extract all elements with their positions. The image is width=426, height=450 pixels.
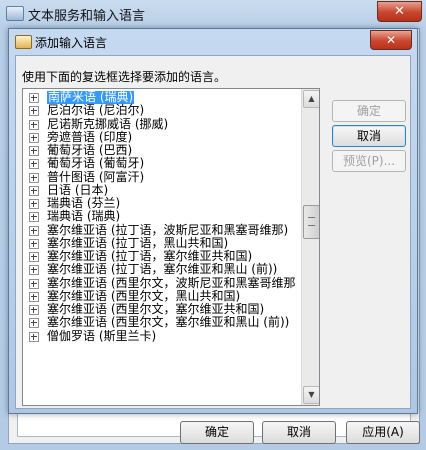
language-item[interactable]: 尼泊尔语 (尼泊尔) — [23, 103, 301, 118]
language-item[interactable]: 塞尔维亚语 (拉丁语，黑山共和国) — [23, 235, 301, 250]
outer-cancel-button[interactable]: 取消 — [262, 421, 336, 444]
expand-plus-icon[interactable] — [29, 199, 39, 209]
scroll-thumb[interactable] — [303, 205, 319, 239]
language-item-label: 塞尔维亚语 (西里尔文，黑山共和国) — [47, 288, 241, 303]
outer-apply-button[interactable]: 应用(A) — [346, 421, 420, 444]
language-item[interactable]: 普什图语 (阿富汗) — [23, 169, 301, 184]
language-item-label: 僧伽罗语 (斯里兰卡) — [47, 328, 157, 343]
language-item[interactable]: 旁遮普语 (印度) — [23, 129, 301, 144]
outer-titlebar: 文本服务和输入语言 ✕ — [0, 0, 426, 26]
language-item-label: 塞尔维亚语 (拉丁语，黑山共和国) — [47, 235, 229, 250]
expand-plus-icon[interactable] — [29, 146, 39, 156]
expand-plus-icon[interactable] — [29, 172, 39, 183]
outer-ok-button[interactable]: 确定 — [180, 421, 254, 444]
expand-plus-icon[interactable] — [29, 252, 39, 262]
dialog-ok-button[interactable]: 确定 — [332, 100, 406, 122]
language-item-label: 葡萄牙语 (巴西) — [47, 143, 133, 157]
vertical-scrollbar[interactable]: ▲ ▼ — [301, 89, 319, 405]
expand-plus-icon[interactable] — [29, 106, 39, 117]
instruction-text: 使用下面的复选框选择要添加的语言。 — [22, 70, 227, 84]
language-item-label: 瑞典语 (瑞典) — [47, 209, 121, 224]
language-item[interactable]: 塞尔维亚语 (西里尔文，黑山共和国) — [23, 288, 301, 303]
expand-plus-icon[interactable] — [29, 318, 39, 329]
language-item[interactable]: 塞尔维亚语 (拉丁语，塞尔维亚和黑山 (前)) — [23, 262, 301, 277]
expand-plus-icon[interactable] — [29, 278, 39, 289]
scroll-up-button[interactable]: ▲ — [303, 90, 319, 108]
language-item[interactable]: 瑞典语 (瑞典) — [23, 209, 301, 224]
expand-plus-icon[interactable] — [29, 291, 39, 302]
expand-plus-icon[interactable] — [29, 225, 39, 236]
expand-plus-icon[interactable] — [29, 212, 39, 223]
expand-plus-icon[interactable] — [29, 331, 39, 342]
language-item[interactable]: 葡萄牙语 (葡萄牙) — [23, 156, 301, 171]
language-tree-list[interactable]: 南萨米语 (瑞典) 尼泊尔语 (尼泊尔) 尼诺斯克挪威语 (挪威) 旁遮普语 (印度)… — [22, 88, 320, 406]
language-item[interactable]: 日语 (日本) — [23, 182, 301, 197]
add-input-language-dialog: 添加输入语言 ✕ 使用下面的复选框选择要添加的语言。 南萨米语 (瑞典) 尼泊尔语… — [8, 28, 418, 414]
language-item-label: 塞尔维亚语 (拉丁语，塞尔维亚和黑山 (前)) — [47, 262, 278, 277]
expand-plus-icon[interactable] — [29, 185, 39, 196]
expand-plus-icon[interactable] — [29, 93, 39, 103]
dialog-titlebar: 添加输入语言 ✕ — [9, 29, 417, 53]
language-item-label: 瑞典语 (芬兰) — [47, 196, 121, 210]
language-icon — [15, 35, 32, 49]
language-item-label: 塞尔维亚语 (拉丁语，波斯尼亚和黑塞哥维那) — [47, 222, 289, 237]
dialog-cancel-button[interactable]: 取消 — [332, 125, 406, 147]
language-item[interactable]: 葡萄牙语 (巴西) — [23, 143, 301, 157]
language-item-label: 日语 (日本) — [47, 182, 109, 197]
outer-window-title: 文本服务和输入语言 — [28, 9, 146, 24]
language-item[interactable]: 僧伽罗语 (斯里兰卡) — [23, 328, 301, 343]
expand-plus-icon[interactable] — [29, 119, 39, 130]
scroll-down-button[interactable]: ▼ — [303, 386, 319, 404]
keyboard-icon — [6, 6, 24, 21]
language-item[interactable]: 塞尔维亚语 (西里尔文，塞尔维亚和黑山 (前)) — [23, 315, 301, 330]
language-items: 南萨米语 (瑞典) 尼泊尔语 (尼泊尔) 尼诺斯克挪威语 (挪威) 旁遮普语 (印度)… — [23, 90, 301, 343]
language-item-label: 尼泊尔语 (尼泊尔) — [47, 103, 145, 118]
language-item[interactable]: 瑞典语 (芬兰) — [23, 196, 301, 210]
language-item[interactable]: 塞尔维亚语 (拉丁语，波斯尼亚和黑塞哥维那) — [23, 222, 301, 237]
language-item[interactable]: 塞尔维亚语 (西里尔文，波斯尼亚和黑塞哥维那 — [23, 275, 301, 290]
language-item-label: 塞尔维亚语 (西里尔文，波斯尼亚和黑塞哥维那 — [47, 275, 296, 290]
dialog-title: 添加输入语言 — [35, 36, 108, 50]
close-icon: ✕ — [385, 33, 397, 47]
language-item-label: 葡萄牙语 (葡萄牙) — [47, 156, 145, 171]
close-icon: ✕ — [394, 4, 405, 19]
expand-plus-icon[interactable] — [29, 238, 39, 249]
dialog-close-button[interactable]: ✕ — [370, 30, 412, 50]
outer-close-button[interactable]: ✕ — [377, 1, 422, 22]
dialog-preview-button[interactable]: 预览(P)... — [332, 150, 406, 172]
language-item[interactable]: 尼诺斯克挪威语 (挪威) — [23, 116, 301, 131]
language-item-label: 尼诺斯克挪威语 (挪威) — [47, 116, 169, 131]
expand-plus-icon[interactable] — [29, 265, 39, 276]
expand-plus-icon[interactable] — [29, 132, 39, 143]
expand-plus-icon[interactable] — [29, 305, 39, 315]
language-item-label: 塞尔维亚语 (西里尔文，塞尔维亚和黑山 (前)) — [47, 315, 290, 330]
language-item-label: 旁遮普语 (印度) — [47, 129, 133, 144]
dialog-body: 使用下面的复选框选择要添加的语言。 南萨米语 (瑞典) 尼泊尔语 (尼泊尔) 尼诺斯… — [15, 55, 411, 409]
language-item-label: 普什图语 (阿富汗) — [47, 169, 145, 184]
expand-plus-icon[interactable] — [29, 159, 39, 170]
